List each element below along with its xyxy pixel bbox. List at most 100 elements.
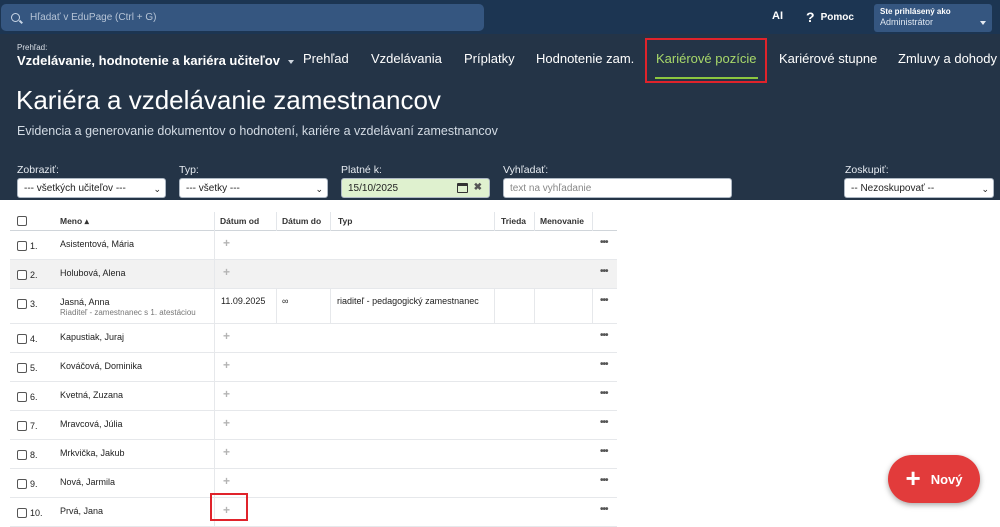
row-more-icon[interactable]: ••• <box>600 475 608 486</box>
row-divider <box>214 324 215 352</box>
add-position-icon[interactable]: + <box>223 474 230 488</box>
add-position-icon[interactable]: + <box>223 416 230 430</box>
row-checkbox[interactable] <box>17 334 27 344</box>
clear-icon[interactable]: ✖ <box>474 182 482 193</box>
col-trieda[interactable]: Trieda <box>501 216 526 226</box>
row-name[interactable]: Jasná, Anna <box>60 297 110 307</box>
add-position-icon[interactable]: + <box>223 236 230 250</box>
col-typ[interactable]: Typ <box>338 216 352 226</box>
user-value: Administrátor <box>880 17 934 27</box>
row-name[interactable]: Prvá, Jana <box>60 506 103 516</box>
row-more-icon[interactable]: ••• <box>600 446 608 457</box>
filter-valid-label: Platné k: <box>341 164 382 176</box>
col-divider <box>592 212 593 231</box>
add-position-icon[interactable]: + <box>223 329 230 343</box>
row-checkbox[interactable] <box>17 241 27 251</box>
filter-group-select[interactable]: -- Nezoskupovať -- ⌄ <box>844 178 994 198</box>
tab-priplatky[interactable]: Príplatky <box>464 51 515 66</box>
add-position-icon[interactable]: + <box>223 445 230 459</box>
row-more-icon[interactable]: ••• <box>600 330 608 341</box>
row-more-icon[interactable]: ••• <box>600 417 608 428</box>
row-more-icon[interactable]: ••• <box>600 237 608 248</box>
row-name[interactable]: Kováčová, Dominika <box>60 361 142 371</box>
add-position-icon[interactable]: + <box>223 387 230 401</box>
help-button[interactable]: ? Pomoc <box>806 9 854 25</box>
row-name[interactable]: Kvetná, Zuzana <box>60 390 123 400</box>
plus-icon: + <box>905 462 921 493</box>
row-more-icon[interactable]: ••• <box>600 359 608 370</box>
row-more-icon[interactable]: ••• <box>600 504 608 515</box>
row-divider <box>214 440 215 468</box>
filter-valid-date[interactable]: 15/10/2025 ✖ <box>341 178 490 198</box>
row-number: 1. <box>30 241 38 251</box>
table-row[interactable]: 1. Asistentová, Mária + ••• <box>10 231 617 260</box>
table-row[interactable]: 8. Mrkvička, Jakub + ••• <box>10 440 617 469</box>
help-icon: ? <box>806 9 815 25</box>
row-checkbox[interactable] <box>17 450 27 460</box>
calendar-icon[interactable] <box>457 183 468 193</box>
row-date-from[interactable]: 11.09.2025 <box>221 296 265 306</box>
col-divider <box>534 212 535 231</box>
col-meno[interactable]: Meno ▴ <box>60 216 89 227</box>
row-checkbox[interactable] <box>17 363 27 373</box>
table-row[interactable]: 4. Kapustiak, Juraj + ••• <box>10 324 617 353</box>
row-number: 6. <box>30 392 38 402</box>
new-button[interactable]: + Nový <box>888 455 980 503</box>
filter-search-input[interactable] <box>510 182 710 194</box>
add-position-icon[interactable]: + <box>223 358 230 372</box>
row-checkbox[interactable] <box>17 421 27 431</box>
filter-type-label: Typ: <box>179 164 199 176</box>
breadcrumb-module-select[interactable]: Vzdelávanie, hodnotenie a kariéra učiteľ… <box>17 53 294 68</box>
filter-show-label: Zobraziť: <box>17 164 59 176</box>
row-divider <box>214 289 215 323</box>
chevron-down-icon: ⌄ <box>153 184 161 194</box>
row-name[interactable]: Nová, Jarmila <box>60 477 115 487</box>
row-checkbox[interactable] <box>17 270 27 280</box>
row-more-icon[interactable]: ••• <box>600 295 608 306</box>
row-checkbox[interactable] <box>17 392 27 402</box>
col-datum-do[interactable]: Dátum do <box>282 216 321 226</box>
filter-type-select[interactable]: --- všetky --- ⌄ <box>179 178 328 198</box>
row-more-icon[interactable]: ••• <box>600 388 608 399</box>
tab-zmluvy[interactable]: Zmluvy a dohody <box>898 51 997 66</box>
row-number: 10. <box>30 508 43 518</box>
add-position-icon[interactable]: + <box>223 265 230 279</box>
tab-kariérove-stupne[interactable]: Kariérové stupne <box>779 51 877 66</box>
row-checkbox[interactable] <box>17 508 27 518</box>
row-name[interactable]: Mrkvička, Jakub <box>60 448 125 458</box>
table-row[interactable]: 2. Holubová, Alena + ••• <box>10 260 617 289</box>
col-divider <box>494 212 495 231</box>
tab-hodnotenie[interactable]: Hodnotenie zam. <box>536 51 634 66</box>
table-header: Meno ▴ Dátum od Dátum do Typ Trieda Meno… <box>10 212 617 231</box>
col-menovanie[interactable]: Menovanie <box>540 216 584 226</box>
user-menu[interactable]: Ste prihlásený ako Administrátor <box>874 4 992 32</box>
ai-button[interactable]: AI <box>772 10 783 22</box>
filter-type-value: --- všetky --- <box>186 182 240 194</box>
table-row[interactable]: 6. Kvetná, Zuzana + ••• <box>10 382 617 411</box>
row-name[interactable]: Kapustiak, Juraj <box>60 332 124 342</box>
row-date-to[interactable]: ∞ <box>282 296 288 306</box>
row-checkbox[interactable] <box>17 479 27 489</box>
row-name[interactable]: Holubová, Alena <box>60 268 126 278</box>
breadcrumb-label: Prehľad: <box>17 43 48 52</box>
tab-prehlad[interactable]: Prehľad <box>303 51 349 66</box>
filter-search-field[interactable] <box>503 178 732 198</box>
table-row[interactable]: 3. Jasná, Anna Riaditeľ - zamestnanec s … <box>10 289 617 324</box>
row-checkbox[interactable] <box>17 299 27 309</box>
row-more-icon[interactable]: ••• <box>600 266 608 277</box>
row-name[interactable]: Asistentová, Mária <box>60 239 134 249</box>
chevron-down-icon <box>287 59 294 64</box>
tab-vzdelavania[interactable]: Vzdelávania <box>371 51 442 66</box>
filter-bar: Zobraziť: --- všetkých učiteľov --- ⌄ Ty… <box>0 153 1000 200</box>
row-name[interactable]: Mravcová, Júlia <box>60 419 123 429</box>
row-type[interactable]: riaditeľ - pedagogický zamestnanec <box>337 296 479 306</box>
select-all-checkbox[interactable] <box>17 216 27 226</box>
table-row[interactable]: 5. Kováčová, Dominika + ••• <box>10 353 617 382</box>
row-divider <box>214 260 215 288</box>
global-search[interactable] <box>1 4 484 31</box>
filter-show-select[interactable]: --- všetkých učiteľov --- ⌄ <box>17 178 166 198</box>
table-row[interactable]: 9. Nová, Jarmila + ••• <box>10 469 617 498</box>
col-datum-od[interactable]: Dátum od <box>220 216 259 226</box>
global-search-input[interactable] <box>30 12 470 23</box>
table-row[interactable]: 7. Mravcová, Júlia + ••• <box>10 411 617 440</box>
